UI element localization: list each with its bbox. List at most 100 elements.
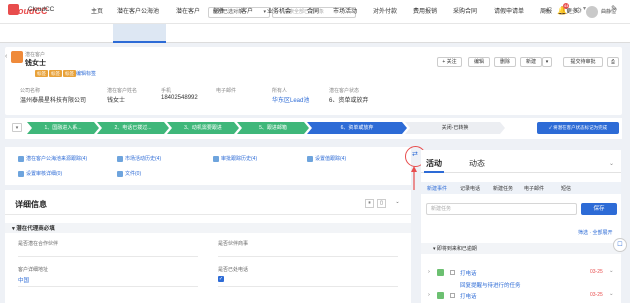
related-label: 设置值跟踪(4) — [315, 156, 347, 162]
upcoming-section-label: ▾ 即将到来和已逾期 — [433, 246, 477, 252]
filter-expand-link[interactable]: 筛选 · 全部展开 — [578, 229, 612, 236]
stage-step[interactable]: 3、动机需要跟进 — [167, 122, 239, 134]
detail-field-label: 是否已处电话 — [218, 267, 249, 273]
call-icon — [437, 269, 444, 276]
related-link[interactable]: 审批跟踪历史(4) — [213, 155, 257, 162]
tab-feed[interactable]: 动态 — [469, 158, 485, 169]
record-tag: 标签 — [63, 70, 76, 77]
task-checkbox[interactable] — [450, 293, 455, 298]
detail-section-title: 潜在代理商必填 — [16, 226, 55, 232]
new-button[interactable]: 新建 — [520, 57, 542, 67]
field-value-lead-name: 钱女士 — [107, 98, 126, 104]
active-tab-underline — [424, 171, 444, 173]
edit-tags-link[interactable]: 编辑标签 — [76, 70, 96, 77]
activity-item-title[interactable]: 打电话 — [460, 269, 477, 277]
print-icon[interactable]: ⎙ — [607, 57, 619, 67]
activity-item-date: 03-25 — [590, 292, 603, 298]
new-task-input[interactable]: 新建任务 — [426, 203, 577, 215]
related-link[interactable]: 文件(0) — [117, 170, 141, 177]
related-lists-card — [5, 147, 411, 185]
more-actions-button[interactable]: ▾ — [542, 57, 552, 67]
app-name: CloudCC — [28, 6, 55, 13]
nav-item-purchase[interactable]: 采购合同 — [453, 6, 477, 15]
collapse-chevron-icon[interactable]: ▾ — [12, 123, 22, 132]
chevron-down-icon[interactable]: ⌄ — [609, 160, 614, 167]
activity-type-email[interactable]: 电子邮件 — [524, 185, 544, 192]
nav-item-weekly[interactable]: 周报 — [540, 6, 552, 15]
layout-icon[interactable]: ▯ — [377, 199, 386, 208]
nav-item-more[interactable]: 更多 — [566, 6, 578, 15]
activity-item-subtitle[interactable]: 回复提醒与待进行的任务 — [460, 281, 521, 289]
nav-item-contracts[interactable]: 合同 — [307, 6, 319, 15]
app-launcher-icon[interactable] — [8, 4, 19, 15]
activity-item-title[interactable]: 打电话 — [460, 292, 477, 300]
detail-field-value[interactable]: 中国 — [18, 276, 29, 284]
related-link[interactable]: 设置审核详细(0) — [18, 170, 62, 177]
edit-pencil-icon[interactable]: ✎ — [611, 4, 618, 13]
detail-field-label: 是否伙伴商事 — [218, 241, 249, 247]
stage-step-current[interactable]: 6、资单或放弃 — [307, 122, 407, 134]
detail-field-label: 是否潜在合作伙伴 — [18, 241, 59, 247]
stage-step[interactable]: 5、跟进邮箱 — [237, 122, 309, 134]
related-label: 审批跟踪历史(4) — [221, 156, 258, 162]
checkbox-checked[interactable]: ✓ — [218, 276, 224, 282]
divider — [18, 286, 198, 287]
activity-type-sms[interactable]: 短信 — [561, 185, 571, 192]
field-value-company: 温州泰晨星科技有限公司 — [20, 98, 87, 104]
related-label: 文件(0) — [125, 171, 142, 177]
back-icon[interactable]: ‹ — [5, 53, 7, 60]
nav-bar — [0, 24, 630, 43]
edit-button[interactable]: 编辑 — [468, 57, 490, 67]
stage-step[interactable]: 2、电话已拨过... — [97, 122, 169, 134]
tab-activity[interactable]: 活动 — [426, 158, 442, 169]
chevron-down-icon[interactable]: ⌄ — [609, 268, 614, 274]
follow-button[interactable]: + 关注 — [437, 57, 462, 67]
related-label: 市场活动历史(4) — [125, 156, 162, 162]
record-tag: 标签 — [49, 70, 62, 77]
related-icon — [307, 155, 313, 162]
field-value-phone: 18402548992 — [161, 95, 198, 101]
detail-section-header[interactable] — [5, 223, 411, 233]
field-value-owner[interactable]: 华东区Lead池 — [272, 95, 309, 104]
call-icon — [437, 292, 444, 299]
chat-icon[interactable]: ☐ — [613, 238, 627, 252]
stage-step[interactable]: 1、国融进入系... — [27, 122, 99, 134]
divider — [218, 286, 398, 287]
chevron-right-icon[interactable]: › — [428, 269, 430, 275]
mark-stage-complete-button[interactable]: ✓ 将潜在客户状态标记为完成 — [537, 122, 619, 134]
nav-item-leads[interactable]: 潜在客户 — [176, 6, 200, 15]
activity-type-new-task[interactable]: 新建任务 — [493, 185, 513, 192]
nav-item-payments[interactable]: 对外付款 — [373, 6, 397, 15]
activity-type-new-event[interactable]: 新建事件 — [427, 185, 447, 192]
submit-approval-button[interactable]: 提交待审批 — [563, 57, 603, 67]
nav-item-lead-pool[interactable]: 潜在客户公海池 — [117, 6, 159, 15]
activity-type-log-call[interactable]: 记录电话 — [460, 185, 480, 192]
swap-icon[interactable]: ⇄ — [412, 150, 418, 158]
nav-item-campaigns[interactable]: 市场活动 — [333, 6, 357, 15]
nav-item-accounts[interactable]: 客户 — [241, 6, 253, 15]
pause-icon[interactable]: ⏸ — [365, 199, 374, 208]
nav-item-home[interactable]: 主页 — [91, 6, 103, 15]
record-type: 潜在客户 — [25, 52, 46, 58]
stage-step[interactable]: 关闭-已转换 — [405, 122, 505, 134]
chevron-down-icon[interactable]: ▾ — [583, 5, 586, 12]
chevron-down-icon[interactable]: ⌄ — [393, 199, 402, 208]
detail-field-label: 客户详细地址 — [18, 267, 49, 273]
avatar[interactable] — [586, 6, 598, 18]
task-checkbox[interactable] — [450, 270, 455, 275]
related-link[interactable]: 潜在客户公海池来源跟踪(4) — [18, 155, 87, 162]
chevron-right-icon[interactable]: › — [428, 292, 430, 298]
save-button[interactable]: 保存 — [581, 203, 617, 215]
nav-item-email[interactable]: 邮件 — [213, 6, 225, 15]
chevron-down-icon[interactable]: ⌄ — [609, 291, 614, 297]
nav-item-opportunities[interactable]: 业务机会 — [267, 6, 291, 15]
nav-item-leave[interactable]: 请假申请单 — [494, 6, 524, 15]
nav-item-expenses[interactable]: 费用报销 — [413, 6, 437, 15]
related-link[interactable]: 设置值跟踪(4) — [307, 155, 346, 162]
related-icon — [18, 155, 24, 162]
related-link[interactable]: 市场活动历史(4) — [117, 155, 161, 162]
related-icon — [117, 170, 123, 177]
record-tag: 标签 — [35, 70, 48, 77]
field-label-company: 公司名称 — [20, 88, 41, 94]
delete-button[interactable]: 删除 — [494, 57, 516, 67]
